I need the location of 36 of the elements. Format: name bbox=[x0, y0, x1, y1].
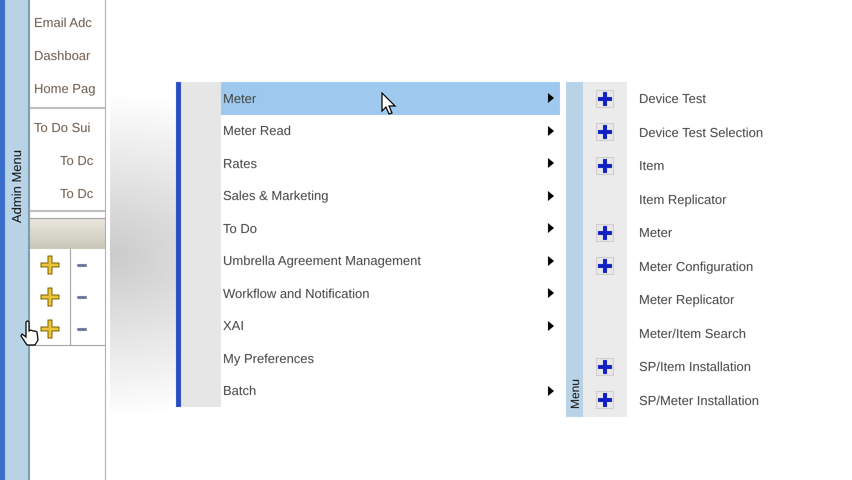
nav-link[interactable]: Home Pag bbox=[30, 72, 105, 105]
todo-link[interactable]: To Dc bbox=[30, 144, 105, 177]
arrow-cursor-icon bbox=[381, 92, 397, 116]
dash-icon bbox=[77, 264, 87, 266]
add-icon[interactable] bbox=[40, 319, 60, 339]
menu-item[interactable]: My Preferences bbox=[221, 342, 560, 374]
menu-item[interactable]: Meter bbox=[221, 82, 560, 114]
submenu-item[interactable]: Meter Replicator bbox=[583, 283, 852, 316]
submenu-item[interactable]: SP/Meter Installation bbox=[583, 384, 852, 417]
menu-item[interactable]: Workflow and Notification bbox=[221, 277, 560, 310]
dash-icon bbox=[77, 328, 87, 330]
menu-item[interactable]: Umbrella Agreement Management bbox=[221, 244, 560, 277]
todo-link[interactable]: To Dc bbox=[30, 177, 105, 210]
hand-cursor-icon bbox=[19, 320, 41, 346]
nav-link[interactable]: Dashboar bbox=[30, 39, 105, 72]
submenu-item[interactable]: Item Replicator bbox=[583, 182, 852, 216]
submenu-item[interactable]: Device Test Selection bbox=[583, 116, 852, 149]
submenu-item[interactable]: Meter Configuration bbox=[583, 250, 852, 283]
menu-item[interactable]: Rates bbox=[221, 147, 560, 180]
menu-item[interactable]: Batch bbox=[221, 374, 560, 407]
submenu-item[interactable]: Meter bbox=[583, 216, 852, 250]
submenu-item[interactable]: Meter/Item Search bbox=[583, 316, 852, 350]
nav-link[interactable]: Email Adc bbox=[30, 6, 105, 39]
add-icon[interactable] bbox=[40, 287, 60, 307]
side-tab-label: Admin Menu bbox=[9, 150, 24, 223]
submenu-item[interactable]: SP/Item Installation bbox=[583, 350, 852, 384]
submenu-item[interactable]: Item bbox=[583, 149, 852, 182]
menu-item[interactable]: Sales & Marketing bbox=[221, 180, 560, 212]
todo-summary-title: To Do Sui bbox=[33, 119, 92, 137]
menu-item[interactable]: To Do bbox=[221, 212, 560, 244]
dash-icon bbox=[77, 296, 87, 298]
add-icon[interactable] bbox=[40, 255, 60, 275]
menu-item[interactable]: Meter Read bbox=[221, 114, 560, 147]
submenu-side-label: Menu bbox=[568, 378, 582, 409]
menu-item[interactable]: XAI bbox=[221, 310, 560, 342]
submenu-item[interactable]: Device Test bbox=[583, 82, 852, 116]
